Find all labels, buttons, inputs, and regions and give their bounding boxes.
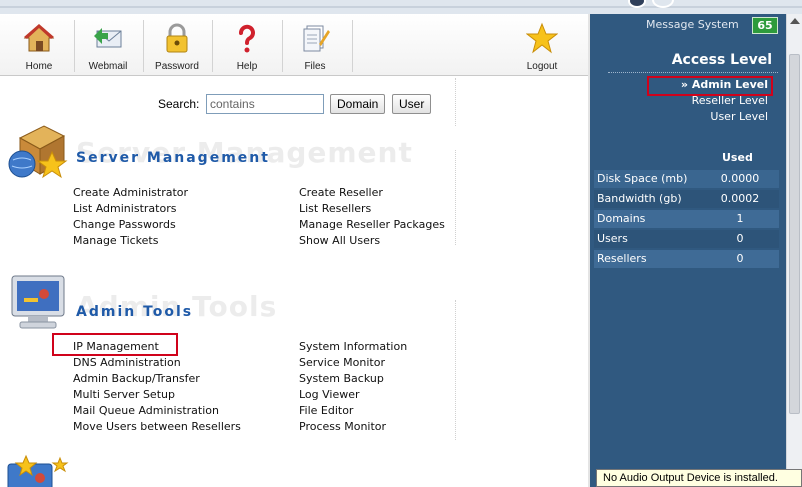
files-label: Files — [304, 61, 326, 72]
stat-label: Bandwidth (gb) — [597, 192, 682, 205]
create-administrator-link[interactable]: Create Administrator — [73, 186, 188, 199]
stat-row-users: Users 0 — [594, 230, 779, 248]
show-all-users-link[interactable]: Show All Users — [299, 234, 380, 247]
stat-value: 0.0002 — [720, 192, 760, 205]
stat-row-domains: Domains 1 — [594, 210, 779, 228]
list-resellers-link[interactable]: List Resellers — [299, 202, 371, 215]
top-stripe — [0, 6, 802, 8]
stat-row-resellers: Resellers 0 — [594, 250, 779, 268]
log-viewer-link[interactable]: Log Viewer — [299, 388, 360, 401]
change-passwords-link[interactable]: Change Passwords — [73, 218, 176, 231]
stat-value: 1 — [736, 212, 744, 225]
server-management-title: Server Management — [76, 150, 270, 166]
reseller-level-link[interactable]: Reseller Level — [692, 94, 768, 107]
user-level-link[interactable]: User Level — [710, 110, 768, 123]
files-button[interactable]: Files — [283, 18, 347, 74]
home-label: Home — [25, 61, 53, 72]
dotted-divider — [455, 300, 456, 440]
stat-value: 0 — [736, 232, 744, 245]
multi-server-setup-link[interactable]: Multi Server Setup — [73, 388, 175, 401]
list-administrators-link[interactable]: List Administrators — [73, 202, 176, 215]
audio-tooltip: No Audio Output Device is installed. — [596, 469, 802, 487]
create-reseller-link[interactable]: Create Reseller — [299, 186, 383, 199]
files-icon — [303, 25, 330, 52]
admin-level-link[interactable]: » Admin Level — [681, 78, 768, 91]
ip-management-link[interactable]: IP Management — [73, 340, 159, 353]
top-strip — [0, 0, 802, 14]
right-panel: Message System 65 Access Level » Admin L… — [590, 14, 786, 487]
extra-features-icon — [7, 454, 69, 487]
webmail-icon — [94, 28, 122, 48]
toolbar: Home Webmail Password Help Files Logout — [0, 14, 588, 76]
system-information-link[interactable]: System Information — [299, 340, 407, 353]
admin-tools-title: Admin Tools — [76, 304, 194, 320]
message-count-badge: 65 — [752, 17, 778, 34]
dotted-divider — [455, 150, 456, 245]
lock-icon — [166, 23, 188, 53]
toolbar-divider — [143, 20, 144, 72]
mail-queue-administration-link[interactable]: Mail Queue Administration — [73, 404, 219, 417]
dns-administration-link[interactable]: DNS Administration — [73, 356, 181, 369]
service-monitor-link[interactable]: Service Monitor — [299, 356, 385, 369]
stat-row-disk-space: Disk Space (mb) 0.0000 — [594, 170, 779, 188]
webmail-button[interactable]: Webmail — [76, 18, 140, 74]
access-level-title: Access Level — [671, 52, 772, 68]
server-management-icon — [8, 125, 68, 179]
stat-row-bandwidth: Bandwidth (gb) 0.0002 — [594, 190, 779, 208]
password-button[interactable]: Password — [145, 18, 209, 74]
toolbar-divider — [212, 20, 213, 72]
help-button[interactable]: Help — [215, 18, 279, 74]
help-icon — [239, 24, 255, 53]
scrollbar-thumb[interactable] — [789, 54, 800, 414]
stat-label: Domains — [597, 212, 646, 225]
message-system-link[interactable]: Message System — [646, 18, 739, 31]
stat-label: Users — [597, 232, 628, 245]
stat-value: 0 — [736, 252, 744, 265]
move-users-between-resellers-link[interactable]: Move Users between Resellers — [73, 420, 241, 433]
logout-button[interactable]: Logout — [510, 18, 574, 74]
vertical-scrollbar[interactable] — [786, 14, 802, 487]
search-label: Search: — [158, 97, 200, 111]
help-label: Help — [236, 61, 258, 72]
search-user-button[interactable]: User — [392, 94, 432, 114]
logout-label: Logout — [526, 61, 558, 72]
system-backup-link[interactable]: System Backup — [299, 372, 384, 385]
access-level-divider — [608, 72, 778, 73]
admin-backup-transfer-link[interactable]: Admin Backup/Transfer — [73, 372, 200, 385]
manage-tickets-link[interactable]: Manage Tickets — [73, 234, 158, 247]
admin-tools-icon — [11, 275, 65, 329]
stat-label: Disk Space (mb) — [597, 172, 688, 185]
star-icon — [526, 22, 558, 54]
toolbar-divider — [352, 20, 353, 72]
dotted-divider — [455, 78, 456, 126]
search-input[interactable] — [206, 94, 324, 114]
home-button[interactable]: Home — [7, 18, 71, 74]
scroll-up-arrow-icon[interactable] — [790, 18, 800, 24]
stat-value: 0.0000 — [720, 172, 760, 185]
stat-label: Resellers — [597, 252, 647, 265]
file-editor-link[interactable]: File Editor — [299, 404, 353, 417]
process-monitor-link[interactable]: Process Monitor — [299, 420, 386, 433]
webmail-label: Webmail — [88, 61, 128, 72]
search-domain-button[interactable]: Domain — [330, 94, 386, 114]
used-header: Used — [722, 151, 753, 164]
toolbar-divider — [74, 20, 75, 72]
manage-reseller-packages-link[interactable]: Manage Reseller Packages — [299, 218, 445, 231]
home-icon — [23, 24, 55, 52]
password-label: Password — [155, 61, 199, 72]
